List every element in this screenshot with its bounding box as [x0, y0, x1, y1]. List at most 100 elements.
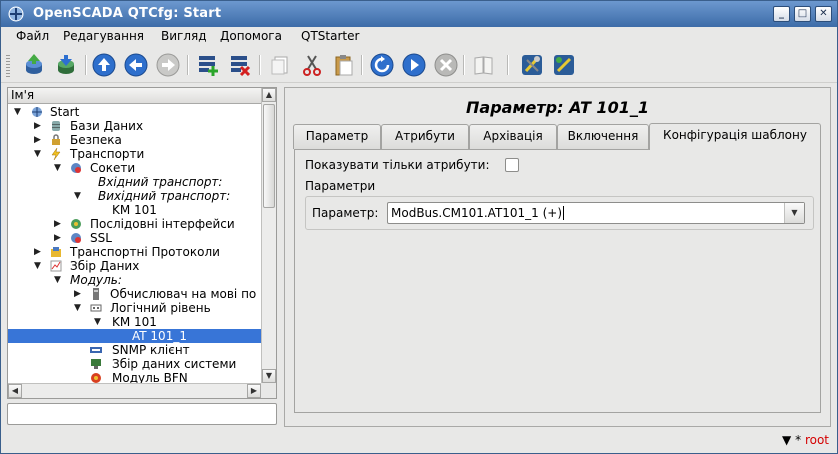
module-config-icon[interactable] [551, 52, 577, 78]
tree-column-header[interactable]: Ім'я [8, 88, 261, 104]
cut-icon[interactable] [299, 52, 325, 78]
param-combobox-value: ModBus.CM101.AT101_1 (+) [391, 206, 565, 220]
menu-file[interactable]: Файл [16, 29, 49, 43]
collapsed-arrow-icon[interactable]: ▶ [34, 245, 41, 259]
expanded-arrow-icon[interactable]: ▼ [54, 273, 61, 287]
menu-help[interactable]: Допомога [220, 29, 282, 43]
expanded-arrow-icon[interactable]: ▼ [14, 105, 21, 119]
tree-row-module-group[interactable]: ▼ Модуль: [8, 273, 262, 287]
tree-body: ▼ Start ▶ Бази Даних ▶ Безпека ▼ Транспо… [8, 105, 262, 384]
show-attrs-label: Показувати тільки атрибути: [305, 158, 490, 172]
tree-row-sockets[interactable]: ▼ Сокети [8, 161, 262, 175]
database-icon [52, 121, 60, 131]
main-toolbar [1, 47, 837, 83]
expanded-arrow-icon[interactable]: ▼ [54, 161, 61, 175]
expanded-arrow-icon[interactable]: ▼ [94, 315, 101, 329]
tab-parameter[interactable]: Параметр [293, 124, 381, 149]
back-icon[interactable] [123, 52, 149, 78]
params-section-label: Параметри [305, 179, 376, 193]
template-config-pane: Показувати тільки атрибути: Параметри Па… [294, 149, 821, 413]
tab-attributes[interactable]: Атрибути [381, 124, 469, 149]
toolbar-separator [463, 55, 465, 75]
status-user[interactable]: root [805, 433, 829, 447]
manual-icon[interactable] [471, 52, 497, 78]
tree-row-data-acquisition[interactable]: ▼ Збір Даних [8, 259, 262, 273]
data-acquisition-icon [50, 260, 62, 272]
close-button[interactable]: ✕ [815, 6, 832, 22]
tree-row-transports[interactable]: ▼ Транспорти [8, 147, 262, 161]
status-info: ▼ * root [782, 433, 829, 447]
navigation-tree[interactable]: Ім'я ▼ Start ▶ Бази Даних ▶ Безпека ▼ Тр… [7, 87, 277, 399]
forward-icon[interactable] [155, 52, 181, 78]
chevron-down-icon[interactable]: ▼ [784, 203, 804, 223]
tree-row-system-data[interactable]: Збір даних системи [8, 357, 262, 371]
tab-archiving[interactable]: Архівація [469, 124, 557, 149]
status-dropdown-icon[interactable]: ▼ [782, 433, 791, 447]
toolbar-grip[interactable] [6, 55, 10, 77]
tree-row-km101-transport[interactable]: KM 101 [8, 203, 262, 217]
expanded-arrow-icon[interactable]: ▼ [74, 301, 81, 315]
expanded-arrow-icon[interactable]: ▼ [34, 147, 41, 161]
tree-row-km101-controller[interactable]: ▼ KM 101 [8, 315, 262, 329]
menu-qtstarter[interactable]: QTStarter [301, 29, 359, 43]
tree-row-databases[interactable]: ▶ Бази Даних [8, 119, 262, 133]
param-combobox[interactable]: ModBus.CM101.AT101_1 (+) ▼ [387, 202, 805, 224]
tree-row-input-transport[interactable]: Вхідний транспорт: [8, 175, 262, 189]
show-attrs-checkbox[interactable] [505, 158, 519, 172]
tree-row-transport-protocols[interactable]: ▶ Транспортні Протоколи [8, 245, 262, 259]
scroll-right-icon[interactable]: ▶ [247, 384, 261, 398]
menu-edit[interactable]: Редагування [63, 29, 144, 43]
start-icon[interactable] [401, 52, 427, 78]
stop-icon[interactable] [433, 52, 459, 78]
expanded-arrow-icon[interactable]: ▼ [34, 259, 41, 273]
collapsed-arrow-icon[interactable]: ▶ [34, 119, 41, 133]
scroll-left-icon[interactable]: ◀ [8, 384, 22, 398]
tree-row-at101-1[interactable]: AT 101_1 [8, 329, 262, 343]
tree-filter-input[interactable] [7, 403, 277, 425]
scroll-down-icon[interactable]: ▼ [262, 369, 276, 383]
ssl-icon [71, 233, 81, 243]
tree-row-serial-interfaces[interactable]: ▶ Послідовні інтерфейси [8, 217, 262, 231]
toolbar-separator [507, 55, 509, 75]
toolbar-separator [187, 55, 189, 75]
tree-row-logic-level[interactable]: ▼ Логічний рівень [8, 301, 262, 315]
add-item-icon[interactable] [195, 52, 221, 78]
tree-row-ssl[interactable]: ▶ SSL [8, 231, 262, 245]
tree-row-output-transport[interactable]: ▼ Вихідний транспорт: [8, 189, 262, 203]
collapsed-arrow-icon[interactable]: ▶ [54, 217, 61, 231]
minimize-button[interactable]: _ [773, 6, 790, 22]
refresh-icon[interactable] [369, 52, 395, 78]
scroll-up-icon[interactable]: ▲ [262, 88, 276, 102]
collapsed-arrow-icon[interactable]: ▶ [74, 287, 81, 301]
tree-vertical-scrollbar[interactable]: ▲ ▼ [261, 88, 276, 384]
copy-icon[interactable] [267, 52, 293, 78]
menu-bar: Файл Редагування Вигляд Допомога QTStart… [1, 27, 837, 47]
tab-links[interactable]: Включення [557, 124, 649, 149]
content-panel: Параметр: AT 101_1 Параметр Атрибути Арх… [284, 87, 831, 427]
calculator-icon [93, 288, 99, 300]
tree-row-start[interactable]: ▼ Start [8, 105, 262, 119]
delete-item-icon[interactable] [227, 52, 253, 78]
scrollbar-thumb[interactable] [263, 104, 275, 208]
db-load-icon[interactable] [21, 52, 47, 78]
expanded-arrow-icon[interactable]: ▼ [74, 189, 81, 203]
tree-horizontal-scrollbar[interactable]: ◀ ▶ [8, 383, 262, 398]
snmp-icon [90, 347, 102, 353]
tree-row-security[interactable]: ▶ Безпека [8, 133, 262, 147]
protocols-icon [51, 247, 61, 257]
module-info-icon[interactable] [519, 52, 545, 78]
tree-row-calculator[interactable]: ▶ Обчислювач на мові по [8, 287, 262, 301]
db-save-icon[interactable] [53, 52, 79, 78]
openscada-logo-icon [8, 6, 24, 22]
paste-icon[interactable] [331, 52, 357, 78]
menu-view[interactable]: Вигляд [161, 29, 207, 43]
tab-template-config[interactable]: Конфігурація шаблону [649, 123, 821, 150]
toolbar-separator [259, 55, 261, 75]
maximize-button[interactable]: □ [794, 6, 811, 22]
collapsed-arrow-icon[interactable]: ▶ [54, 231, 61, 245]
title-bar[interactable]: OpenSCADA QTCfg: Start _ □ ✕ [1, 1, 837, 27]
tree-row-snmp-client[interactable]: SNMP клієнт [8, 343, 262, 357]
collapsed-arrow-icon[interactable]: ▶ [34, 133, 41, 147]
up-icon[interactable] [91, 52, 117, 78]
system-data-icon [91, 359, 101, 369]
